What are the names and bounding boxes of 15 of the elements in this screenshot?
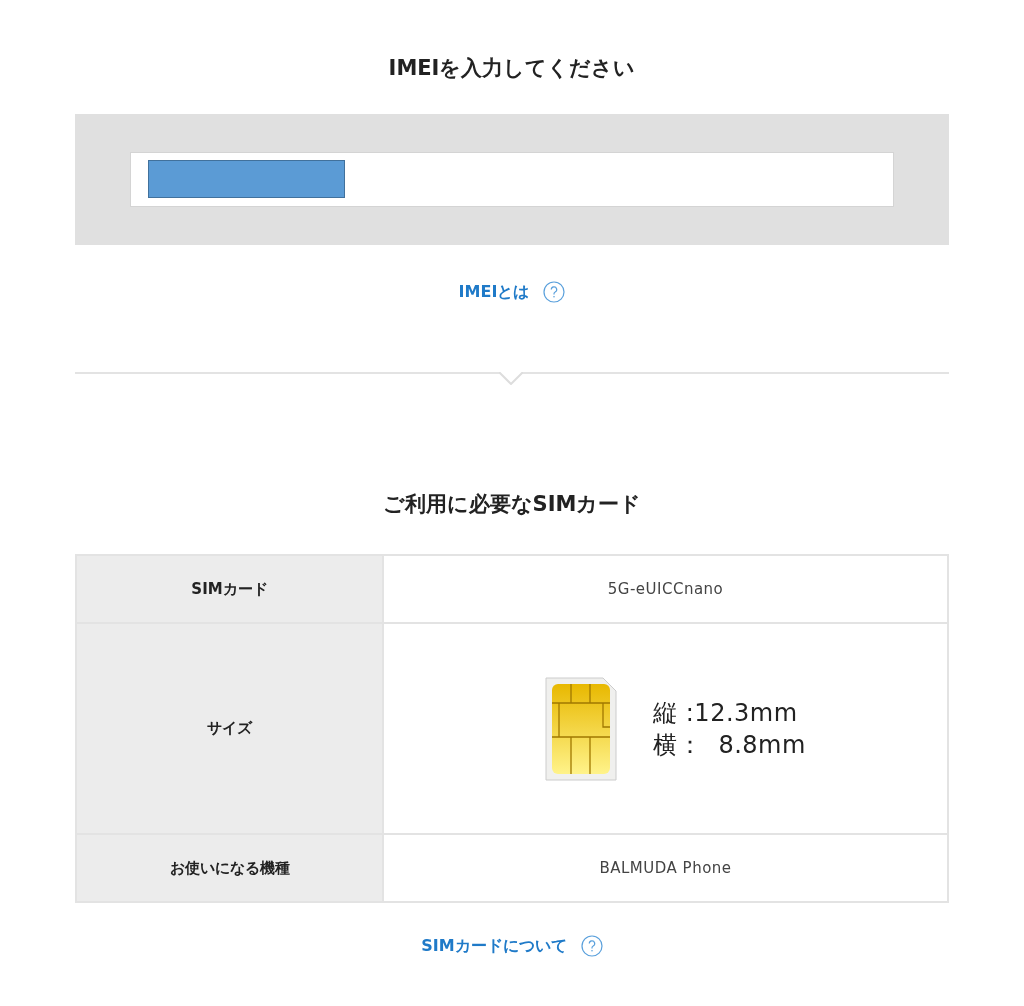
section-title: ご利用に必要なSIMカード: [381, 491, 643, 518]
row-header: SIMカード: [76, 555, 383, 623]
table-cell: BALMUDA Phone: [383, 834, 948, 902]
help-icon[interactable]: [580, 935, 603, 957]
size-text: 縦 :12.3mm: [653, 697, 799, 729]
help-link[interactable]: IMEIとは: [458, 281, 530, 303]
sim-card-icon: [545, 676, 618, 781]
row-header: サイズ: [76, 623, 383, 834]
section-title: IMEIを入力してください: [387, 55, 637, 82]
imei-input-field[interactable]: [130, 152, 894, 207]
help-link[interactable]: SIMカードについて: [421, 935, 567, 957]
size-text: 横： 8.8mm: [653, 729, 806, 761]
help-icon[interactable]: [543, 281, 566, 303]
table-cell: 5G-eUICCnano: [383, 555, 948, 623]
row-header: お使いになる機種: [76, 834, 383, 902]
